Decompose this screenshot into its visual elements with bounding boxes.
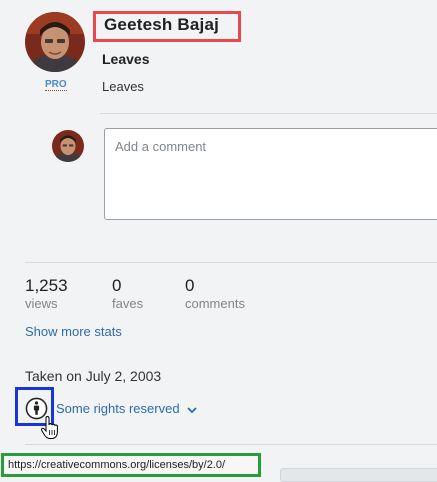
divider (100, 113, 437, 114)
comment-placeholder: Add a comment (115, 139, 207, 154)
divider (25, 262, 437, 263)
commenter-avatar (52, 130, 84, 162)
views-count: 1,253 (25, 276, 68, 295)
comments-count: 0 (185, 276, 195, 295)
views-label: views (25, 296, 58, 311)
comments-label: comments (185, 296, 245, 311)
card-edge (280, 468, 437, 482)
rights-label: Some rights reserved (56, 401, 180, 416)
status-bar-url: https://creativecommons.org/licenses/by/… (1, 453, 261, 477)
hand-cursor-icon (40, 415, 60, 440)
taken-date: Taken on July 2, 2003 (25, 368, 162, 384)
chevron-down-icon (187, 406, 197, 413)
some-rights-reserved-link[interactable]: Some rights reserved (56, 401, 197, 416)
show-more-stats-link[interactable]: Show more stats (25, 324, 122, 339)
photo-title: Leaves (102, 51, 150, 67)
divider (25, 444, 437, 445)
author-name[interactable]: Geetesh Bajaj (104, 15, 219, 35)
photo-description: Leaves (102, 79, 144, 94)
pro-badge[interactable]: PRO (45, 79, 67, 91)
faves-label: faves (112, 296, 144, 311)
author-avatar[interactable] (25, 12, 85, 72)
faves-count: 0 (112, 276, 122, 295)
